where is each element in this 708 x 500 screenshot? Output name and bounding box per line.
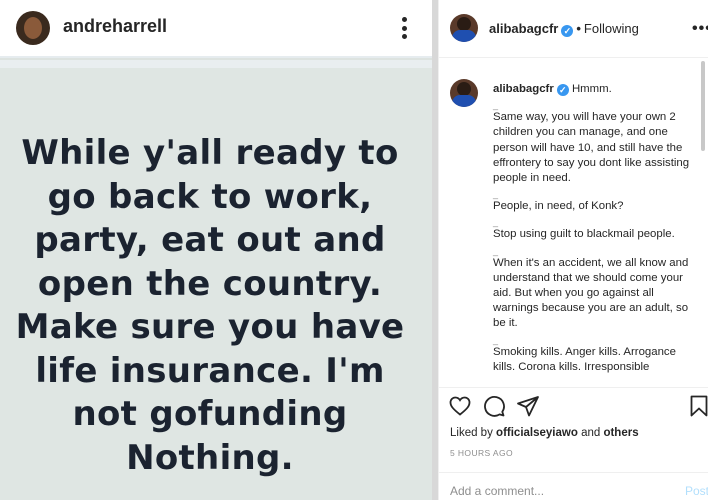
embedded-post-header: andreharrell [0, 0, 432, 58]
likes-and: and [581, 427, 601, 439]
following-button[interactable]: Following [584, 21, 639, 36]
quote-line: While y'all ready to [21, 133, 399, 173]
caption-paragraph: When it's an accident, we all know and u… [493, 256, 689, 330]
action-bar [439, 394, 708, 422]
avatar[interactable] [450, 14, 478, 42]
post-details-panel: alibabagcfr✓•Following ••• alibabagcfr✓ … [438, 0, 708, 500]
liked-by-user-link[interactable]: officialseyiawo [496, 427, 578, 439]
post-header: alibabagcfr✓•Following ••• [439, 0, 708, 58]
quote-line: Nothing. [126, 437, 294, 478]
caption-dash: _ [493, 334, 499, 345]
heart-icon[interactable] [448, 394, 474, 420]
post-comment-button[interactable]: Post [685, 484, 708, 498]
caption-dash: _ [493, 245, 499, 256]
caption-paragraph: People, in need, of Konk? [493, 200, 624, 213]
quote-line: life insurance. I'm [35, 350, 385, 391]
header-username[interactable]: alibabagcfr [489, 21, 558, 36]
likes-others-link[interactable]: others [603, 427, 638, 439]
caption-text: alibabagcfr ✓ Hmmm. _ Same way, you will h… [493, 82, 701, 375]
caption-first-line: Hmmm. [571, 83, 612, 95]
comment-icon[interactable] [482, 394, 508, 420]
quote-text: While y'all ready to go back to work, part… [0, 132, 420, 480]
quote-line: party, eat out and [34, 220, 386, 260]
bookmark-icon[interactable] [687, 394, 708, 420]
caption-dash: _ [493, 217, 499, 228]
caption-dash: _ [493, 189, 499, 200]
caption-paragraph: Same way, you will have your own 2 child… [493, 111, 690, 185]
embedded-avatar [16, 11, 50, 45]
caption-avatar[interactable] [450, 79, 478, 107]
caption-paragraph: Smoking kills. Anger kills. Arrogance ki… [493, 345, 676, 373]
quote-card: While y'all ready to go back to work, part… [0, 60, 432, 500]
verified-badge-icon: ✓ [561, 25, 574, 37]
scrollbar[interactable] [701, 61, 705, 151]
caption-body: _ Same way, you will have your own 2 chil… [493, 97, 701, 375]
embedded-username: andreharrell [63, 16, 168, 36]
separator-dot: • [576, 21, 581, 36]
share-icon[interactable] [516, 394, 542, 420]
header-user-line: alibabagcfr ✓ • Following [489, 21, 639, 37]
more-options-icon[interactable]: ••• [692, 20, 708, 38]
caption-area[interactable]: alibabagcfr ✓ Hmmm. _ Same way, you will h… [439, 59, 708, 387]
divider [439, 387, 708, 388]
caption-paragraph: Stop using guilt to blackmail people. [493, 228, 675, 241]
likes-summary: Liked by officialseyiawo and others [450, 427, 639, 439]
caption-username[interactable]: alibabagcfr [493, 83, 554, 95]
quote-line: Make sure you have [15, 307, 405, 347]
divider [439, 472, 708, 473]
post-image[interactable]: andreharrell While y'all ready to go back… [0, 0, 432, 500]
embedded-more-icon [396, 14, 412, 42]
post-timestamp[interactable]: 5 HOURS AGO [450, 448, 513, 458]
likes-prefix: Liked by [450, 427, 493, 439]
caption-dash: _ [493, 100, 499, 111]
verified-badge-icon: ✓ [556, 84, 569, 96]
quote-line: open the country. [37, 263, 383, 304]
quote-line: go back to work, [47, 176, 373, 217]
comment-input[interactable] [450, 484, 660, 498]
quote-line: not gofunding [72, 394, 348, 434]
